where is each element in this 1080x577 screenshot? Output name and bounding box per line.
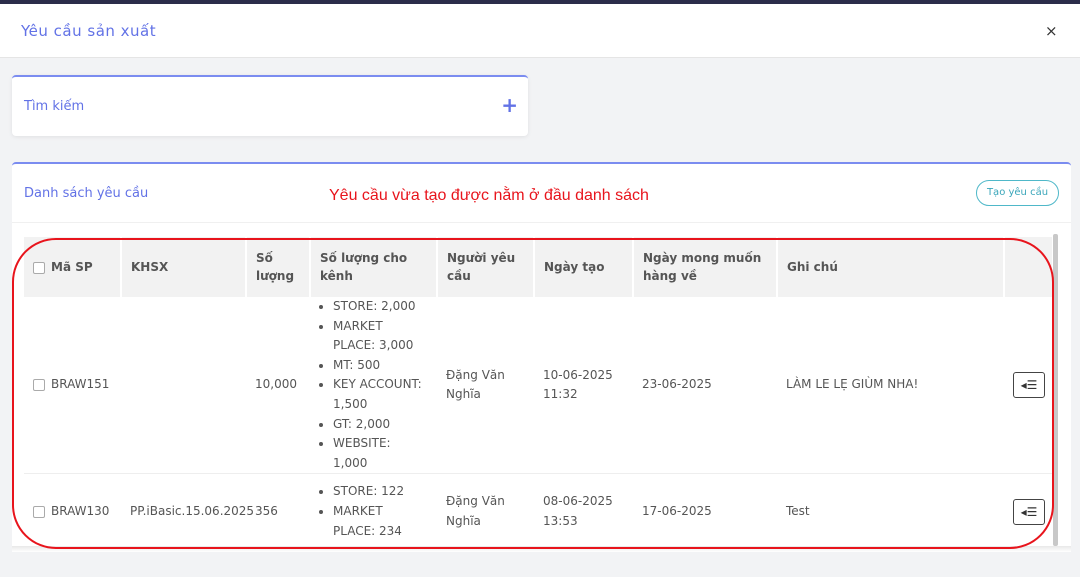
cell-requester: Đặng Văn Nghĩa xyxy=(437,473,534,546)
cell-created: 08-06-2025 13:53 xyxy=(534,473,633,546)
cell-action: ◂☰ xyxy=(1004,473,1053,546)
col-so-luong: Số lượng xyxy=(246,237,311,297)
list-title: Danh sách yêu cầu xyxy=(24,186,149,201)
channel-item: MT: 500 xyxy=(333,356,428,376)
col-actions xyxy=(1004,237,1053,297)
channel-item: GT: 2,000 xyxy=(333,415,428,435)
search-panel-title: Tìm kiếm xyxy=(24,99,85,114)
cell-channels: STORE: 2,000 MARKET PLACE: 3,000 MT: 500… xyxy=(310,297,437,475)
channel-item: STORE: 122 xyxy=(333,482,428,502)
table-header-row: Mã SP KHSX Số lượng Số lượng cho kênh Ng… xyxy=(24,237,1053,297)
close-icon[interactable]: × xyxy=(1045,22,1058,40)
cell-code: BRAW151 xyxy=(24,297,121,475)
channel-item: WEBSITE: 1,000 xyxy=(333,434,428,473)
table-row: BRAW130 PP.iBasic.15.06.2025 356 STORE: … xyxy=(24,473,1053,546)
col-label: Mã SP xyxy=(51,260,93,274)
channel-item: MARKET PLACE: 234 xyxy=(333,502,428,541)
channel-item: KEY ACCOUNT: 1,500 xyxy=(333,375,428,414)
channel-item: MARKET PLACE: 3,000 xyxy=(333,317,428,356)
cell-qty: 356 xyxy=(246,473,310,546)
cell-khsx xyxy=(121,297,246,475)
cell-note: LÀM LE LẸ GIÙM NHA! xyxy=(777,297,1004,475)
col-nguoi-yeu-cau: Người yêu cầu xyxy=(437,237,535,297)
row-checkbox[interactable] xyxy=(33,505,45,518)
modal-header: Yêu cầu sản xuất × xyxy=(0,4,1080,58)
table-row: BRAW151 10,000 STORE: 2,000 MARKET PLACE… xyxy=(24,297,1053,475)
col-so-luong-kenh: Số lượng cho kênh xyxy=(310,237,438,297)
create-request-button[interactable]: Tạo yêu cầu xyxy=(976,180,1059,206)
col-ngay-mong-muon: Ngày mong muốn hàng về xyxy=(633,237,778,297)
channel-item: STORE: 2,000 xyxy=(333,297,428,317)
cell-code: BRAW130 xyxy=(24,473,121,546)
col-ngay-tao: Ngày tạo xyxy=(534,237,634,297)
col-ghi-chu: Ghi chú xyxy=(777,237,1005,297)
row-checkbox[interactable] xyxy=(33,378,45,391)
row-menu-icon[interactable]: ◂☰ xyxy=(1013,498,1045,525)
plus-icon[interactable]: + xyxy=(501,93,518,117)
cell-expected: 23-06-2025 xyxy=(633,297,777,475)
cell-channels: STORE: 122 MARKET PLACE: 234 xyxy=(310,473,437,546)
table-bottom-shadow xyxy=(12,546,1071,552)
cell-requester: Đặng Văn Nghĩa xyxy=(437,297,534,475)
modal-title: Yêu cầu sản xuất xyxy=(21,22,157,40)
cell-khsx: PP.iBasic.15.06.2025 xyxy=(121,473,254,546)
col-ma-sp: Mã SP xyxy=(24,237,122,297)
divider xyxy=(12,222,1071,223)
cell-expected: 17-06-2025 xyxy=(633,473,777,546)
cell-created: 10-06-2025 11:32 xyxy=(534,297,633,475)
row-menu-icon[interactable]: ◂☰ xyxy=(1013,372,1045,399)
request-table-container: Mã SP KHSX Số lượng Số lượng cho kênh Ng… xyxy=(24,237,1053,546)
product-code: BRAW151 xyxy=(51,377,110,392)
annotation-text: Yêu cầu vừa tạo được nằm ở đầu danh sách xyxy=(329,187,649,204)
product-code: BRAW130 xyxy=(51,504,110,519)
table-scrollbar[interactable] xyxy=(1053,234,1058,546)
col-khsx: KHSX xyxy=(121,237,247,297)
select-all-checkbox[interactable] xyxy=(33,261,45,274)
cell-action: ◂☰ xyxy=(1004,297,1053,475)
cell-qty: 10,000 xyxy=(246,297,310,475)
cell-note: Test xyxy=(777,473,1004,546)
request-table: Mã SP KHSX Số lượng Số lượng cho kênh Ng… xyxy=(24,237,1053,546)
search-panel[interactable]: Tìm kiếm + xyxy=(12,75,528,136)
